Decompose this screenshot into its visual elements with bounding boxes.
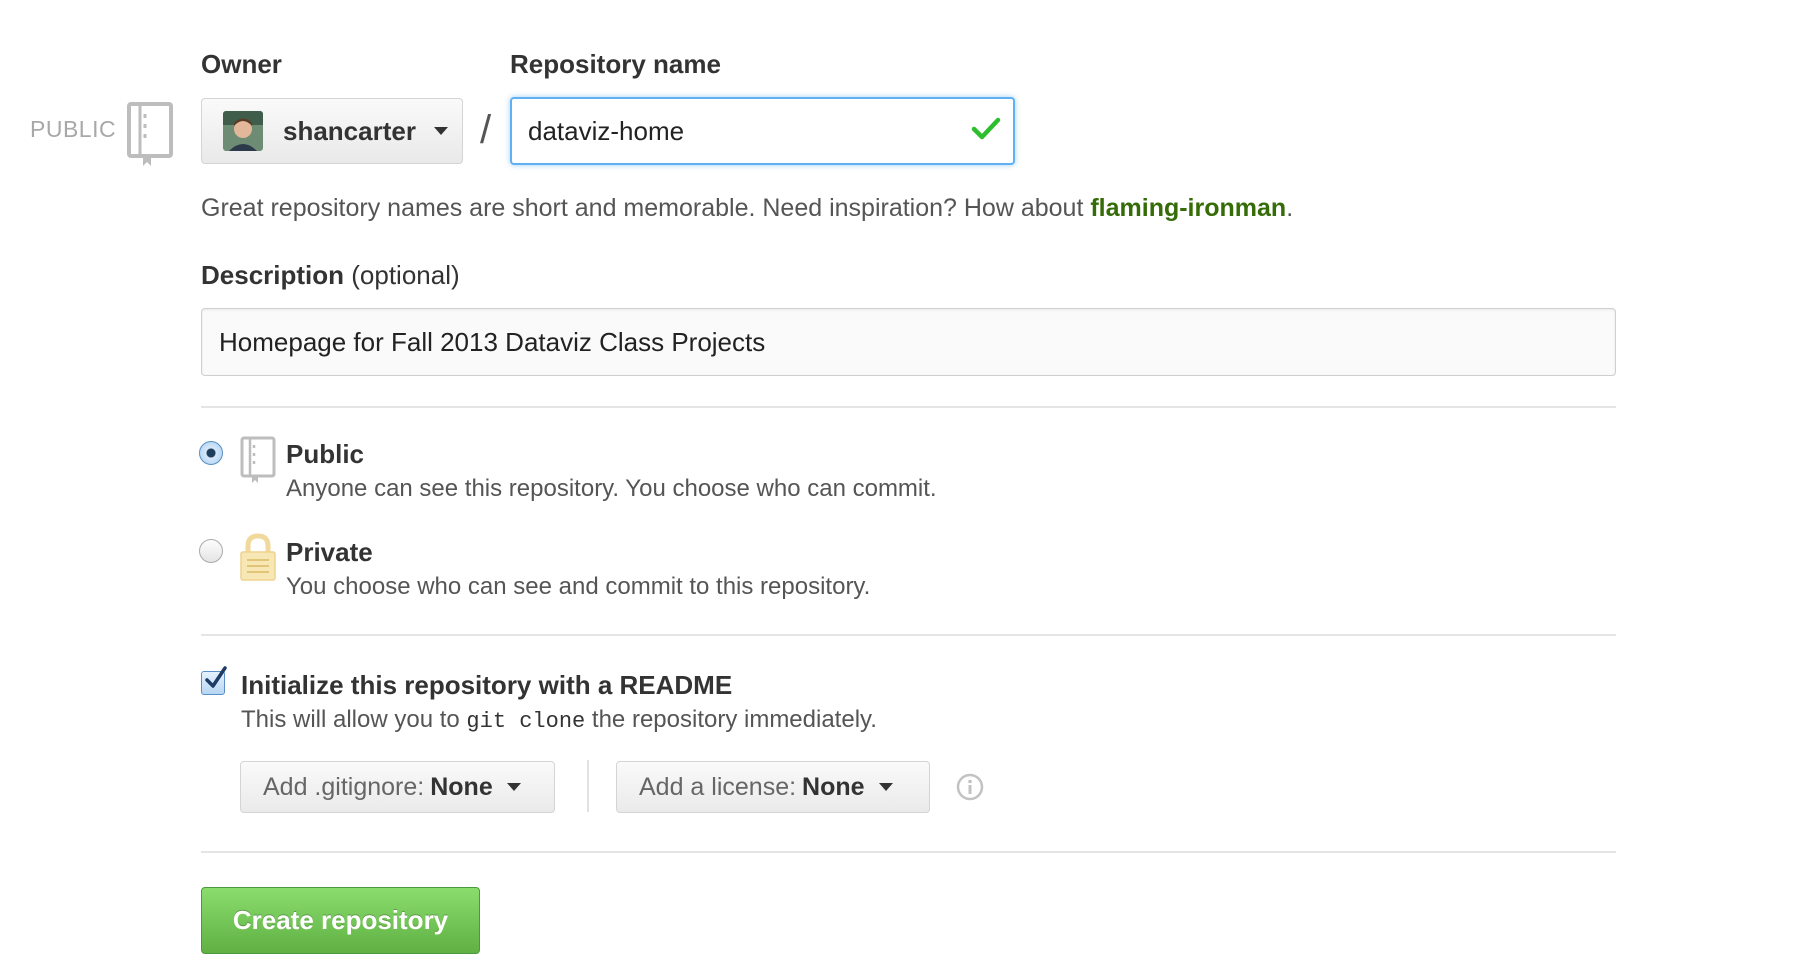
- hint-end: .: [1286, 194, 1294, 222]
- readme-desc: This will allow you to git clone the rep…: [241, 706, 877, 734]
- owner-repo-separator: /: [480, 108, 492, 152]
- license-select-button[interactable]: Add a license: None: [616, 761, 930, 813]
- owner-label: Owner: [201, 49, 282, 79]
- repo-name-value: dataviz-home: [528, 115, 685, 146]
- private-title: Private: [286, 537, 373, 567]
- hint-text: Great repository names are short and mem…: [201, 194, 1091, 222]
- info-icon[interactable]: [956, 773, 984, 806]
- public-desc: Anyone can see this repository. You choo…: [286, 475, 937, 502]
- readme-desc-before: This will allow you to: [241, 706, 467, 733]
- description-label: Description (optional): [201, 260, 460, 291]
- valid-check-icon: [971, 116, 1001, 147]
- divider: [201, 851, 1616, 853]
- gitignore-select-button[interactable]: Add .gitignore: None: [240, 761, 555, 813]
- divider: [587, 760, 589, 812]
- repo-name-hint: Great repository names are short and mem…: [201, 194, 1293, 223]
- public-radio[interactable]: [199, 441, 223, 465]
- description-label-optional: (optional): [344, 260, 460, 290]
- owner-name: shancarter: [283, 115, 416, 146]
- description-value: Homepage for Fall 2013 Dataviz Class Pro…: [219, 326, 766, 357]
- license-value: None: [802, 772, 865, 801]
- chevron-down-icon: [878, 783, 893, 791]
- divider: [201, 634, 1616, 636]
- divider: [201, 406, 1616, 408]
- readme-desc-after: the repository immediately.: [585, 706, 877, 733]
- create-repository-button[interactable]: Create repository: [201, 887, 480, 954]
- repo-name-label: Repository name: [510, 49, 721, 79]
- private-desc: You choose who can see and commit to thi…: [286, 573, 871, 600]
- license-label: Add a license:: [639, 772, 797, 801]
- owner-select-button[interactable]: shancarter: [201, 98, 463, 164]
- public-book-icon: [240, 436, 276, 489]
- gitignore-value: None: [430, 772, 493, 801]
- description-input[interactable]: Homepage for Fall 2013 Dataviz Class Pro…: [201, 308, 1616, 376]
- readme-desc-code: git clone: [466, 709, 586, 734]
- private-radio[interactable]: [199, 539, 223, 563]
- readme-checkbox[interactable]: [201, 666, 227, 695]
- check-icon: [205, 666, 227, 688]
- lock-icon: [239, 532, 277, 587]
- chevron-down-icon: [506, 783, 521, 791]
- repo-name-input[interactable]: dataviz-home: [510, 97, 1015, 165]
- repo-book-icon: [127, 102, 175, 173]
- readme-title: Initialize this repository with a README: [241, 670, 733, 700]
- description-label-main: Description: [201, 260, 345, 290]
- suggestion-link[interactable]: flaming-ironman: [1090, 194, 1286, 222]
- gitignore-label: Add .gitignore:: [263, 772, 425, 801]
- public-title: Public: [286, 439, 365, 469]
- visibility-tag: PUBLIC: [30, 116, 117, 142]
- avatar: [223, 111, 263, 151]
- chevron-down-icon: [433, 127, 448, 135]
